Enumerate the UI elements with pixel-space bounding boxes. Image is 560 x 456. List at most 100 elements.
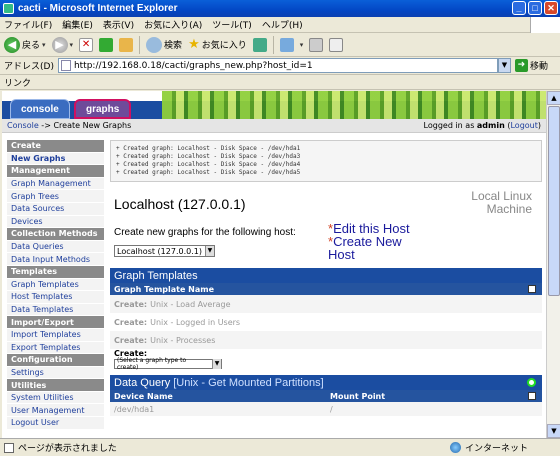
forward-button[interactable]: ▶ ▾: [51, 35, 74, 55]
links-label[interactable]: リンク: [4, 76, 31, 89]
menu-file[interactable]: ファイル(F): [4, 18, 52, 31]
table-row[interactable]: Create: Unix - Load Average: [110, 295, 542, 313]
sidebar-item[interactable]: Data Queries: [7, 240, 104, 254]
scroll-down-icon[interactable]: ▼: [547, 424, 560, 438]
menu-view[interactable]: 表示(V): [103, 18, 134, 31]
sidebar-section-header: Import/Export: [7, 316, 104, 329]
print-icon[interactable]: [309, 37, 324, 52]
search-icon: [146, 36, 163, 53]
logout-link[interactable]: Logout: [510, 121, 537, 130]
history-icon[interactable]: [252, 37, 267, 52]
table-row[interactable]: Create: Unix - Processes: [110, 331, 542, 349]
sidebar-item[interactable]: Import Templates: [7, 328, 104, 342]
create-template-row: Create: (Select a graph type to create) …: [110, 349, 542, 371]
forward-dropdown-icon[interactable]: ▾: [70, 41, 74, 49]
host-select[interactable]: Localhost (127.0.0.1) ▼: [114, 245, 215, 257]
windows-logo-icon: [530, 17, 560, 33]
sidebar-section-header: Create: [7, 140, 104, 153]
menu-bar: ファイル(F) 編集(E) 表示(V) お気に入り(A) ツール(T) ヘルプ(…: [0, 17, 560, 33]
sidebar-item[interactable]: User Management: [7, 404, 104, 418]
sidebar-item[interactable]: Settings: [7, 366, 104, 380]
refresh-icon[interactable]: [99, 37, 114, 52]
minimize-button[interactable]: _: [512, 1, 526, 15]
menu-help[interactable]: ヘルプ(H): [262, 18, 303, 31]
message-line: + Created graph: Localhost - Disk Space …: [116, 161, 301, 168]
sidebar-item[interactable]: Host Templates: [7, 291, 104, 304]
menu-favorites[interactable]: お気に入り(A): [144, 18, 202, 31]
sidebar-item[interactable]: Devices: [7, 215, 104, 229]
menu-tools[interactable]: ツール(T): [212, 18, 252, 31]
toolbar-separator: [139, 35, 141, 54]
favorites-button[interactable]: ★ お気に入り: [188, 35, 247, 55]
go-button[interactable]: ➜ 移動: [514, 59, 548, 72]
vertical-scrollbar[interactable]: ▲ ▼: [546, 91, 560, 438]
create-host-link[interactable]: *Create New Host: [328, 235, 410, 261]
back-dropdown-icon[interactable]: ▾: [42, 41, 46, 49]
data-query-title: Data Query [Unix - Get Mounted Partition…: [110, 375, 542, 390]
breadcrumb: Console -> Create New Graphs Logged in a…: [2, 119, 546, 133]
sidebar-item[interactable]: Logout User: [7, 417, 104, 430]
data-query-name: [Unix - Get Mounted Partitions]: [173, 376, 324, 389]
create-host-label-2: Host: [328, 247, 355, 262]
edit-icon[interactable]: [329, 37, 344, 52]
stop-icon[interactable]: ✕: [79, 37, 94, 52]
address-dropdown-icon[interactable]: ▼: [497, 58, 511, 73]
address-input[interactable]: http://192.168.0.18/cacti/graphs_new.php…: [57, 58, 498, 73]
sidebar-item[interactable]: Graph Trees: [7, 190, 104, 203]
reload-query-icon[interactable]: [527, 378, 536, 387]
search-button[interactable]: 検索: [146, 35, 182, 55]
graph-templates-title: Graph Templates: [110, 268, 542, 283]
sidebar-item[interactable]: Data Input Methods: [7, 253, 104, 266]
sidebar-item[interactable]: Data Sources: [7, 202, 104, 216]
tab-graphs[interactable]: graphs: [74, 99, 132, 119]
graph-type-select-value: (Select a graph type to create): [117, 357, 187, 371]
menu-edit[interactable]: 編集(E): [62, 18, 93, 31]
sidebar-item[interactable]: Graph Management: [7, 177, 104, 191]
zone-label: インターネット: [465, 444, 529, 454]
breadcrumb-console-link[interactable]: Console: [7, 121, 39, 130]
create-prefix: Create:: [114, 335, 148, 345]
forward-arrow-icon: ▶: [51, 36, 68, 53]
go-arrow-icon: ➜: [514, 59, 528, 72]
scroll-thumb[interactable]: [548, 106, 560, 296]
sidebar-item[interactable]: Graph Templates: [7, 278, 104, 292]
mail-dropdown-icon[interactable]: ▾: [300, 41, 304, 49]
sidebar-section-header: Utilities: [7, 379, 104, 392]
home-icon[interactable]: [119, 37, 134, 52]
data-query-panel: Data Query [Unix - Get Mounted Partition…: [110, 375, 542, 416]
address-label: アドレス(D): [4, 62, 54, 72]
sidebar-item[interactable]: Data Templates: [7, 303, 104, 317]
host-actions: *Edit this Host *Create New Host: [328, 222, 410, 261]
sidebar-item[interactable]: System Utilities: [7, 391, 104, 405]
close-button[interactable]: ✕: [544, 1, 558, 15]
chevron-down-icon: ▼: [212, 359, 221, 369]
maximize-button[interactable]: □: [528, 1, 542, 15]
window-title: cacti - Microsoft Internet Explorer: [18, 3, 178, 14]
device-name-header: Device Name: [114, 391, 173, 401]
select-all-checkbox[interactable]: [528, 392, 536, 400]
toolbar-separator: [272, 35, 274, 54]
graph-template-name: Unix - Processes: [150, 335, 216, 345]
message-box: + Created graph: Localhost - Disk Space …: [110, 140, 542, 182]
search-label: 検索: [164, 41, 183, 51]
table-row[interactable]: /dev/hda1 /: [110, 402, 542, 416]
device-name-cell: /dev/hda1: [114, 404, 155, 414]
browser-toolbar: ◀ 戻る ▾ ▶ ▾ ✕ 検索 ★ お気に入り ▾: [0, 33, 560, 57]
select-all-checkbox[interactable]: [528, 285, 536, 293]
graph-type-select[interactable]: (Select a graph type to create) ▼: [114, 357, 222, 371]
tab-console[interactable]: console: [10, 99, 70, 119]
globe-icon: [450, 442, 461, 453]
username: admin: [476, 121, 505, 130]
sidebar-item[interactable]: Export Templates: [7, 341, 104, 355]
message-line: + Created graph: Localhost - Disk Space …: [116, 169, 301, 176]
status-text: ページが表示されました: [18, 444, 117, 454]
sidebar-item[interactable]: New Graphs: [7, 152, 104, 166]
host-select-value: Localhost (127.0.0.1): [117, 246, 202, 256]
back-button[interactable]: ◀ 戻る ▾: [4, 35, 46, 55]
mail-icon[interactable]: [279, 37, 294, 52]
page-done-icon: [4, 442, 14, 453]
cacti-header: console graphs: [2, 91, 546, 119]
scroll-up-icon[interactable]: ▲: [547, 91, 560, 105]
table-row[interactable]: Create: Unix - Logged in Users: [110, 313, 542, 331]
message-line: + Created graph: Localhost - Disk Space …: [116, 153, 301, 160]
